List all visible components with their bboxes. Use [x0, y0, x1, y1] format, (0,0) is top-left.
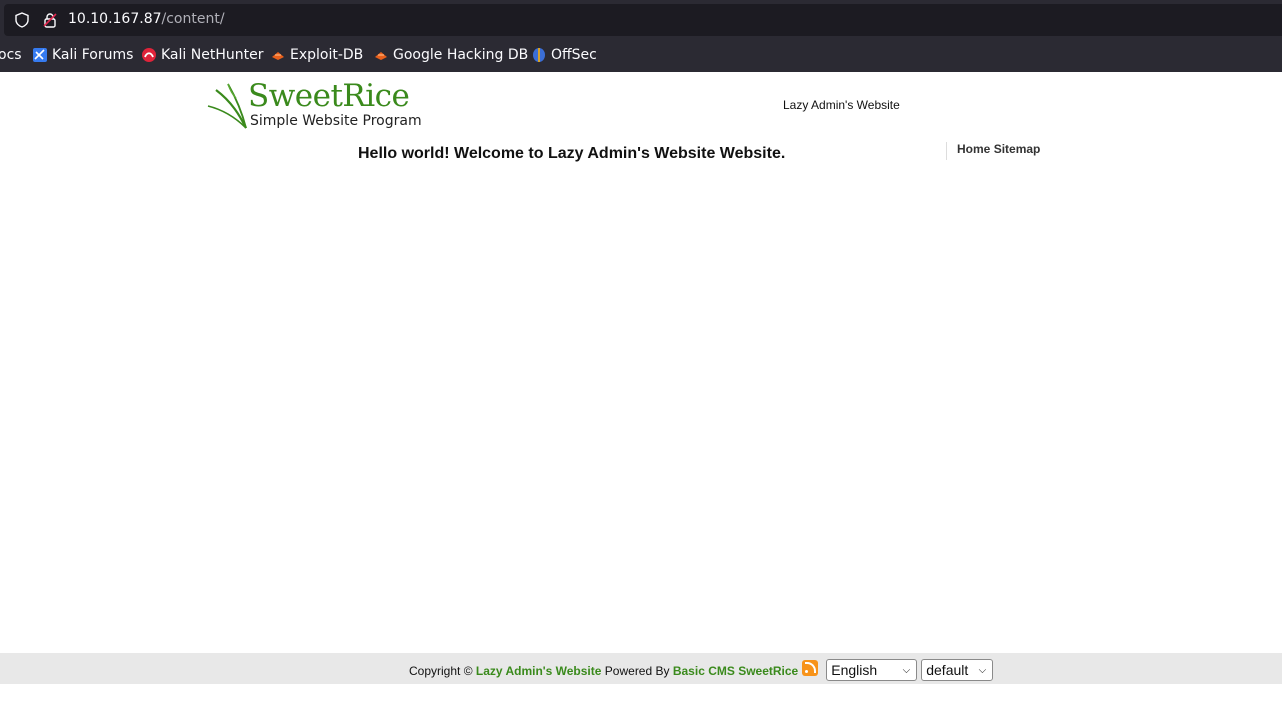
chevron-down-icon: ⌵ [978, 664, 987, 676]
footer-site-link[interactable]: Lazy Admin's Website [476, 664, 602, 678]
offsec-icon [533, 48, 545, 62]
page-footer: Copyright © Lazy Admin's Website Powered… [0, 653, 1282, 684]
exploit-db-icon [272, 52, 284, 60]
browser-chrome: 10.10.167.87/content/ ocs Kali Forums Ka… [0, 0, 1282, 72]
language-selected: English [831, 662, 878, 678]
rice-plant-icon [207, 83, 247, 129]
theme-select[interactable]: default ⌵ [921, 659, 994, 681]
theme-selected: default [926, 662, 969, 678]
shield-icon[interactable] [14, 12, 30, 28]
url-bar[interactable]: 10.10.167.87/content/ [4, 4, 1282, 36]
bookmark-label: Kali Forums [52, 47, 134, 63]
page-content: SweetRice Simple Website Program Lazy Ad… [0, 72, 1282, 704]
bookmark-kali-nethunter[interactable]: Kali NetHunter [141, 47, 263, 63]
insecure-lock-icon[interactable] [42, 12, 58, 28]
sweetrice-logo[interactable]: SweetRice Simple Website Program [206, 78, 422, 132]
bookmark-docs[interactable]: ocs [0, 47, 22, 63]
powered-by-text: Powered By [604, 664, 670, 678]
footer-cms-link[interactable]: Basic CMS SweetRice [673, 664, 798, 678]
bookmark-kali-forums[interactable]: Kali Forums [32, 47, 133, 63]
url-path: /content/ [161, 11, 225, 27]
bookmarks-toolbar: ocs Kali Forums Kali NetHunter Exploit-D… [0, 44, 1282, 68]
chevron-down-icon: ⌵ [902, 664, 911, 676]
rss-icon[interactable] [802, 660, 819, 676]
kali-nethunter-icon [142, 48, 156, 62]
bookmark-exploit-db[interactable]: Exploit-DB [270, 47, 363, 63]
url-text[interactable]: 10.10.167.87/content/ [68, 11, 225, 27]
footer-content: Copyright © Lazy Admin's Website Powered… [409, 659, 994, 682]
bookmark-google-hacking-db[interactable]: Google Hacking DB [373, 47, 528, 63]
language-select[interactable]: English ⌵ [826, 659, 918, 681]
url-host: 10.10.167.87 [68, 11, 162, 27]
bookmark-label: ocs [0, 47, 22, 63]
logo-subtitle: Simple Website Program [250, 113, 422, 129]
kali-forums-icon [33, 48, 47, 62]
google-hacking-db-icon [375, 52, 387, 60]
bookmark-label: OffSec [551, 47, 597, 63]
site-title: Lazy Admin's Website [783, 98, 900, 112]
logo-title: SweetRice [248, 78, 410, 114]
welcome-heading: Hello world! Welcome to Lazy Admin's Web… [358, 145, 786, 162]
nav-sitemap-link[interactable]: Sitemap [994, 142, 1041, 156]
bookmark-label: Kali NetHunter [161, 47, 264, 63]
site-nav: Home Sitemap [946, 142, 1040, 160]
nav-home-link[interactable]: Home [957, 142, 990, 156]
bookmark-offsec[interactable]: OffSec [531, 47, 597, 63]
copyright-text: Copyright © [409, 664, 473, 678]
bookmark-label: Google Hacking DB [393, 47, 529, 63]
bookmark-label: Exploit-DB [290, 47, 364, 63]
